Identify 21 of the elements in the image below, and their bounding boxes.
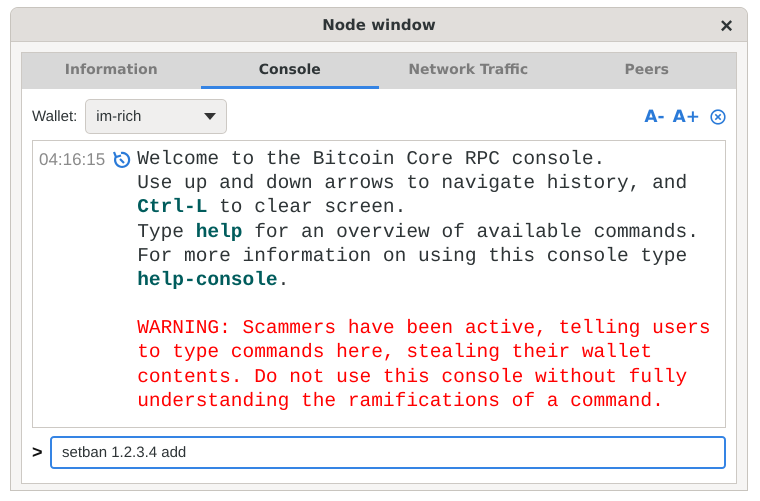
tab[interactable]: Peers: [558, 53, 736, 89]
tab[interactable]: Information: [22, 53, 200, 89]
console-message: Use up and down arrows to navigate history, and Ctrl-L to clear screen.: [137, 171, 688, 220]
tab[interactable]: Network Traffic: [379, 53, 558, 89]
caret-icon: [204, 113, 216, 120]
tab[interactable]: Console: [200, 53, 379, 89]
console-message: Type help for an overview of available commands.: [137, 220, 700, 244]
close-button[interactable]: ×: [716, 15, 737, 37]
font-size-button[interactable]: A-: [644, 106, 665, 126]
timestamp: 04:16:15: [39, 150, 106, 170]
font-size-button[interactable]: A+: [672, 106, 700, 126]
warning-message: WARNING: Scammers have been active, telling users to type commands here, stealing their wallet contents. Do not use this console without fully understanding the ramifications of a command.: [137, 316, 712, 414]
console-message: For more information on using this console type help-console.: [137, 244, 688, 292]
command-input[interactable]: setban 1.2.3.4 add: [50, 436, 726, 469]
prompt-icon: >: [32, 442, 42, 463]
wallet-dropdown[interactable]: im-rich: [85, 99, 228, 134]
console-message: Welcome to the Bitcoin Core RPC console.: [137, 147, 606, 172]
window-title: Node window: [322, 16, 436, 34]
reply-icon: [111, 150, 132, 170]
clear-icon[interactable]: [710, 108, 726, 124]
wallet-label: Wallet:: [32, 108, 78, 125]
